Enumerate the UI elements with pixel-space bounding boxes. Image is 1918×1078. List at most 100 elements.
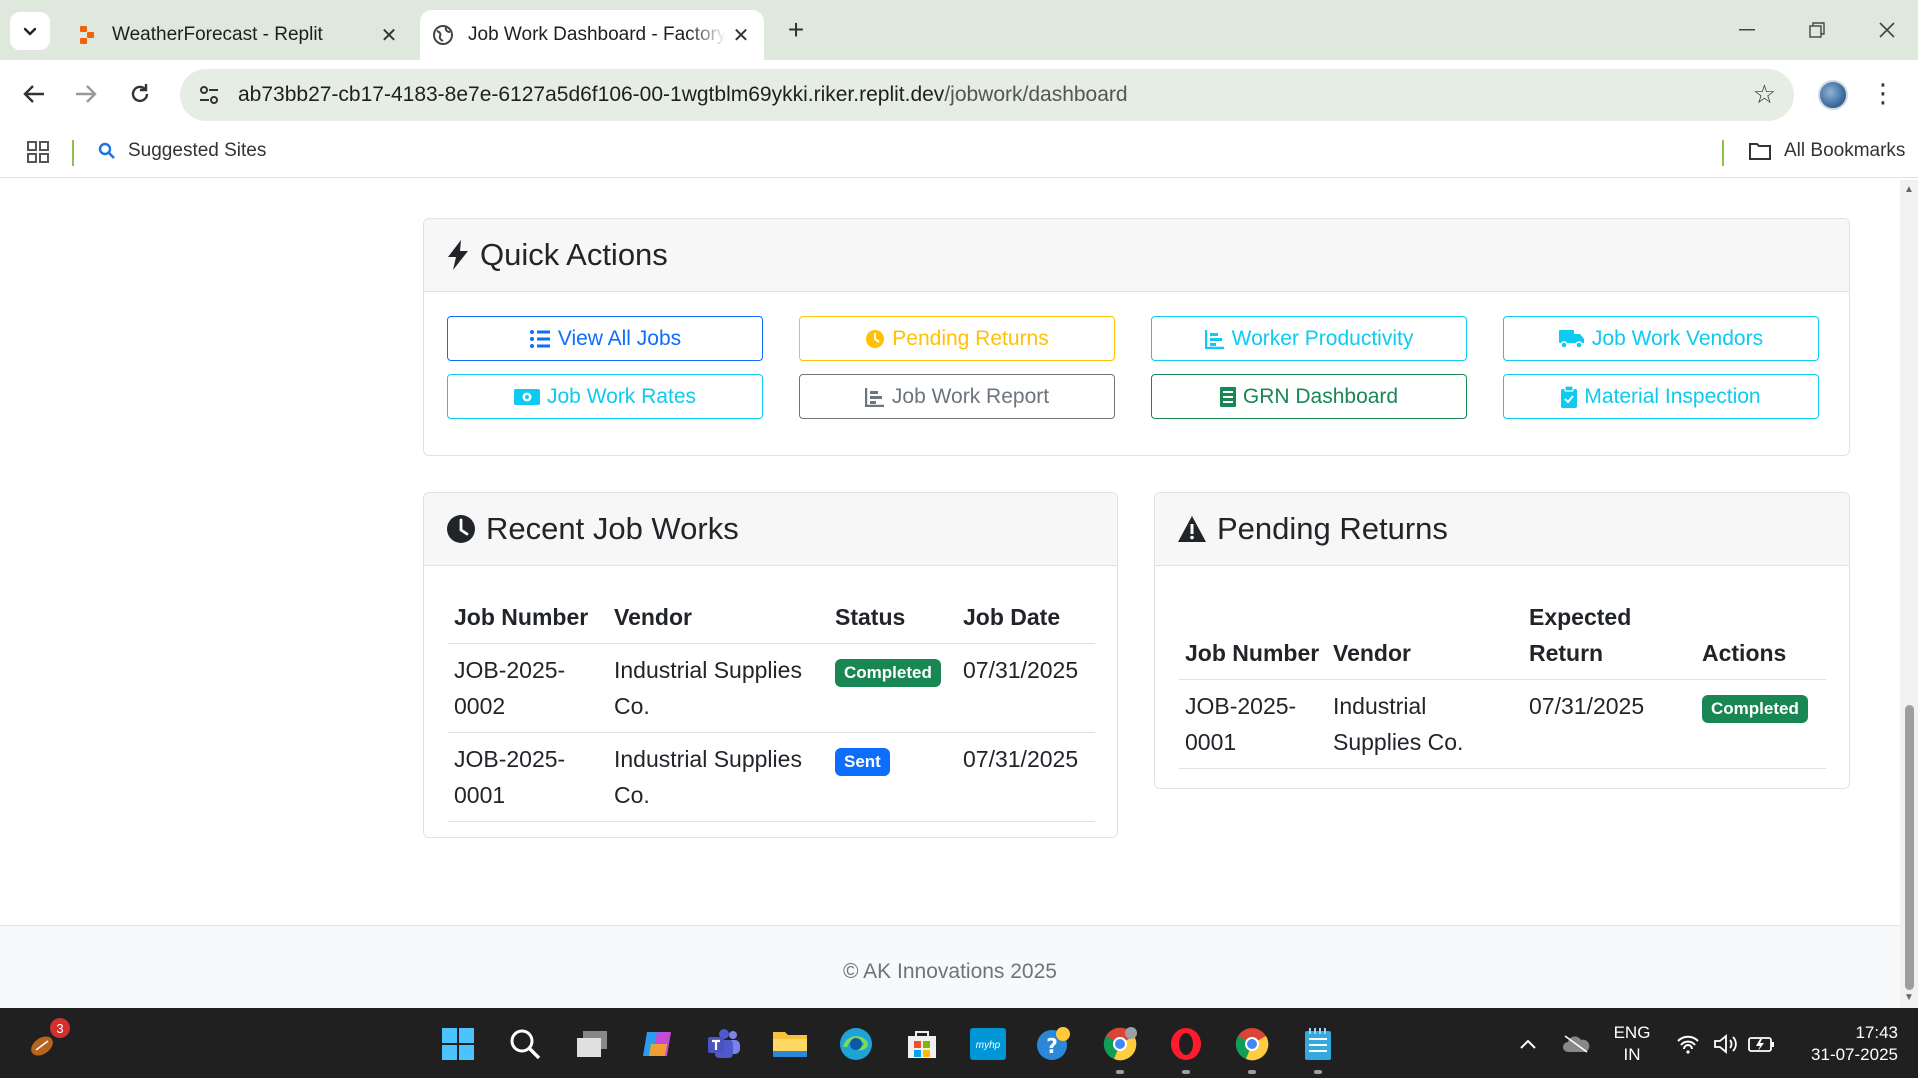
status-cell: Sent <box>829 732 957 822</box>
tab-weatherforecast[interactable]: WeatherForecast - Replit ✕ <box>62 10 412 60</box>
pending-returns-button[interactable]: Pending Returns <box>799 316 1115 361</box>
url-path: /jobwork/dashboard <box>944 83 1128 106</box>
teams-icon[interactable] <box>704 1024 744 1064</box>
arrow-left-icon <box>23 85 44 103</box>
running-indicator <box>1182 1070 1190 1074</box>
job-number-cell: JOB-2025-0001 <box>448 732 608 822</box>
recent-job-works-card: Recent Job Works Job Number Vendor Statu… <box>423 492 1118 838</box>
new-tab-button[interactable]: + <box>780 14 812 46</box>
browser-menu-icon[interactable]: ⋮ <box>1870 80 1896 106</box>
bookmark-suggested-sites[interactable]: Suggested Sites <box>98 140 266 162</box>
page-scrollbar[interactable]: ▲ ▼ <box>1900 180 1918 1008</box>
pending-returns-table: Job Number Vendor Expected Return Action… <box>1179 591 1826 769</box>
bookmarks-bar: Suggested Sites All Bookmarks <box>0 128 1918 178</box>
quick-actions-card: Quick Actions View All Jobs Pending Retu… <box>423 218 1850 456</box>
tab-search-button[interactable] <box>10 12 50 50</box>
material-inspection-button[interactable]: Material Inspection <box>1503 374 1819 419</box>
job-number-cell: JOB-2025-0002 <box>448 643 608 733</box>
bookmark-label: All Bookmarks <box>1784 140 1906 161</box>
back-button[interactable] <box>14 74 54 114</box>
search-icon[interactable] <box>505 1024 545 1064</box>
forward-button[interactable] <box>66 74 106 114</box>
clock[interactable]: 17:43 31-07-2025 <box>1788 1022 1898 1066</box>
table-row: JOB-2025-0001 Industrial Supplies Co. 07… <box>1179 679 1826 769</box>
globe-icon <box>432 24 454 46</box>
column-header: Vendor <box>1327 591 1523 680</box>
status-badge[interactable]: Completed <box>1702 695 1808 723</box>
language-indicator[interactable]: ENG IN <box>1612 1022 1652 1066</box>
scrollbar-thumb[interactable] <box>1905 705 1914 990</box>
card-title: Recent Job Works <box>486 511 739 546</box>
profile-avatar[interactable] <box>1818 80 1848 110</box>
bookmark-divider <box>72 140 74 166</box>
folder-icon <box>1748 141 1772 161</box>
url-text: ab73bb27-cb17-4183-8e7e-6127a5d6f106-00-… <box>238 83 1128 107</box>
close-window-button[interactable] <box>1862 10 1912 50</box>
notepad-icon[interactable] <box>1298 1024 1338 1064</box>
chart-icon <box>864 387 885 407</box>
reload-icon <box>131 84 149 103</box>
restore-icon <box>1809 22 1825 38</box>
column-header: Job Number <box>1179 591 1327 680</box>
windows-start-icon[interactable] <box>438 1024 478 1064</box>
copilot-icon[interactable] <box>638 1024 678 1064</box>
running-indicator <box>1116 1070 1124 1074</box>
chrome-profile-icon[interactable] <box>1100 1024 1140 1064</box>
warning-icon <box>1177 515 1207 543</box>
tab-job-work-dashboard[interactable]: Job Work Dashboard - Factory Management … <box>420 10 764 60</box>
battery-icon[interactable] <box>1742 1024 1782 1064</box>
edge-icon[interactable] <box>836 1024 876 1064</box>
language-label: ENG <box>1613 1023 1651 1042</box>
browser-toolbar: ab73bb27-cb17-4183-8e7e-6127a5d6f106-00-… <box>0 60 1918 128</box>
worker-productivity-button[interactable]: Worker Productivity <box>1151 316 1467 361</box>
file-explorer-icon[interactable] <box>770 1024 810 1064</box>
job-work-rates-button[interactable]: Job Work Rates <box>447 374 763 419</box>
scroll-up-arrow-icon[interactable]: ▲ <box>1904 184 1914 195</box>
reload-button[interactable] <box>120 74 160 114</box>
job-work-report-button[interactable]: Job Work Report <box>799 374 1115 419</box>
minimize-button[interactable] <box>1722 10 1772 50</box>
show-hidden-icons-chevron-up-icon[interactable] <box>1508 1024 1548 1064</box>
status-cell: Completed <box>829 643 957 733</box>
view-all-jobs-button[interactable]: View All Jobs <box>447 316 763 361</box>
button-label: Pending Returns <box>892 326 1049 350</box>
job-date-cell: 07/31/2025 <box>957 643 1095 733</box>
browser-tab-bar: WeatherForecast - Replit ✕ Job Work Dash… <box>0 0 1918 60</box>
close-icon[interactable]: ✕ <box>374 20 404 50</box>
job-date-cell: 07/31/2025 <box>957 732 1095 822</box>
task-view-icon[interactable] <box>572 1024 612 1064</box>
search-icon <box>98 142 116 160</box>
onedrive-cloud-icon[interactable] <box>1556 1024 1596 1064</box>
job-work-vendors-button[interactable]: Job Work Vendors <box>1503 316 1819 361</box>
close-icon[interactable]: ✕ <box>726 20 756 50</box>
table-row: JOB-2025-0001 Industrial Supplies Co. Se… <box>448 732 1095 822</box>
region-label: IN <box>1623 1045 1641 1064</box>
time-label: 17:43 <box>1855 1023 1898 1042</box>
apps-grid-icon[interactable] <box>26 140 50 169</box>
chrome-icon[interactable] <box>1232 1024 1272 1064</box>
site-info-icon[interactable] <box>190 76 228 114</box>
clock-icon <box>865 329 885 349</box>
tab-title: Job Work Dashboard - Factory Management <box>468 24 726 45</box>
grn-dashboard-button[interactable]: GRN Dashboard <box>1151 374 1467 419</box>
bookmark-divider <box>1722 140 1724 166</box>
table-header-row: Job Number Vendor Expected Return Action… <box>1179 591 1826 680</box>
truck-icon <box>1558 329 1585 349</box>
restore-button[interactable] <box>1792 10 1842 50</box>
microsoft-store-icon[interactable] <box>902 1024 942 1064</box>
table-row: JOB-2025-0002 Industrial Supplies Co. Co… <box>448 643 1095 733</box>
myhp-icon[interactable]: myhp <box>968 1024 1008 1064</box>
address-bar[interactable]: ab73bb27-cb17-4183-8e7e-6127a5d6f106-00-… <box>180 69 1794 121</box>
wifi-icon[interactable] <box>1668 1024 1708 1064</box>
scroll-down-arrow-icon[interactable]: ▼ <box>1904 992 1914 1003</box>
bookmark-star-icon[interactable]: ☆ <box>1753 79 1776 110</box>
recent-job-works-table: Job Number Vendor Status Job Date JOB-20… <box>448 591 1095 822</box>
get-help-icon[interactable]: ? <box>1034 1024 1074 1064</box>
volume-icon[interactable] <box>1706 1024 1746 1064</box>
footer-text: © AK Innovations 2025 <box>843 960 1057 983</box>
table-header-row: Job Number Vendor Status Job Date <box>448 591 1095 644</box>
replit-icon <box>76 24 98 46</box>
arrow-right-icon <box>76 85 97 103</box>
all-bookmarks-button[interactable]: All Bookmarks <box>1748 140 1905 162</box>
opera-icon[interactable] <box>1166 1024 1206 1064</box>
